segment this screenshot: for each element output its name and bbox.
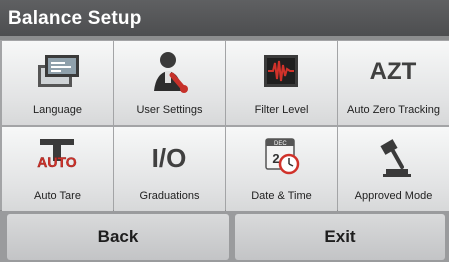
footer-bar: Back Exit: [0, 211, 449, 262]
back-button[interactable]: Back: [7, 214, 229, 260]
menu-item-approved-mode[interactable]: Approved Mode: [338, 127, 449, 211]
svg-text:I/O: I/O: [152, 143, 187, 173]
menu-item-date-time[interactable]: DEC 2 Date & Time: [226, 127, 337, 211]
page-title: Balance Setup: [8, 8, 142, 29]
approved-mode-icon: [338, 131, 449, 185]
menu-item-label: Date & Time: [251, 190, 312, 202]
menu-item-auto-tare[interactable]: AUTO Auto Tare: [2, 127, 113, 211]
auto-zero-tracking-icon: AZT: [338, 45, 449, 99]
menu-item-label: Auto Tare: [34, 190, 81, 202]
filter-level-icon: [226, 45, 337, 99]
auto-tare-icon: AUTO: [2, 131, 113, 185]
menu-item-label: Auto Zero Tracking: [347, 104, 440, 116]
menu-item-graduations[interactable]: I/O Graduations: [114, 127, 225, 211]
menu-item-label: Approved Mode: [354, 190, 433, 202]
menu-item-user-settings[interactable]: User Settings: [114, 41, 225, 125]
menu-grid: Language User Settings Filter Level AZT …: [0, 40, 449, 211]
svg-text:2: 2: [272, 151, 279, 166]
date-time-icon: DEC 2: [226, 131, 337, 185]
balance-setup-screen: Balance Setup Language User Settings Fil…: [0, 0, 449, 262]
language-icon: [2, 45, 113, 99]
exit-button[interactable]: Exit: [235, 214, 445, 260]
menu-item-label: Language: [33, 104, 82, 116]
title-bar: Balance Setup: [0, 0, 449, 36]
menu-item-label: Filter Level: [254, 104, 309, 116]
graduations-icon: I/O: [114, 131, 225, 185]
svg-text:AZT: AZT: [370, 58, 417, 85]
user-settings-icon: [114, 45, 225, 99]
menu-item-filter-level[interactable]: Filter Level: [226, 41, 337, 125]
svg-text:DEC: DEC: [274, 141, 287, 147]
menu-item-label: User Settings: [136, 104, 203, 116]
svg-text:AUTO: AUTO: [37, 154, 77, 170]
menu-item-language[interactable]: Language: [2, 41, 113, 125]
menu-item-label: Graduations: [139, 190, 200, 202]
menu-item-auto-zero-tracking[interactable]: AZT Auto Zero Tracking: [338, 41, 449, 125]
